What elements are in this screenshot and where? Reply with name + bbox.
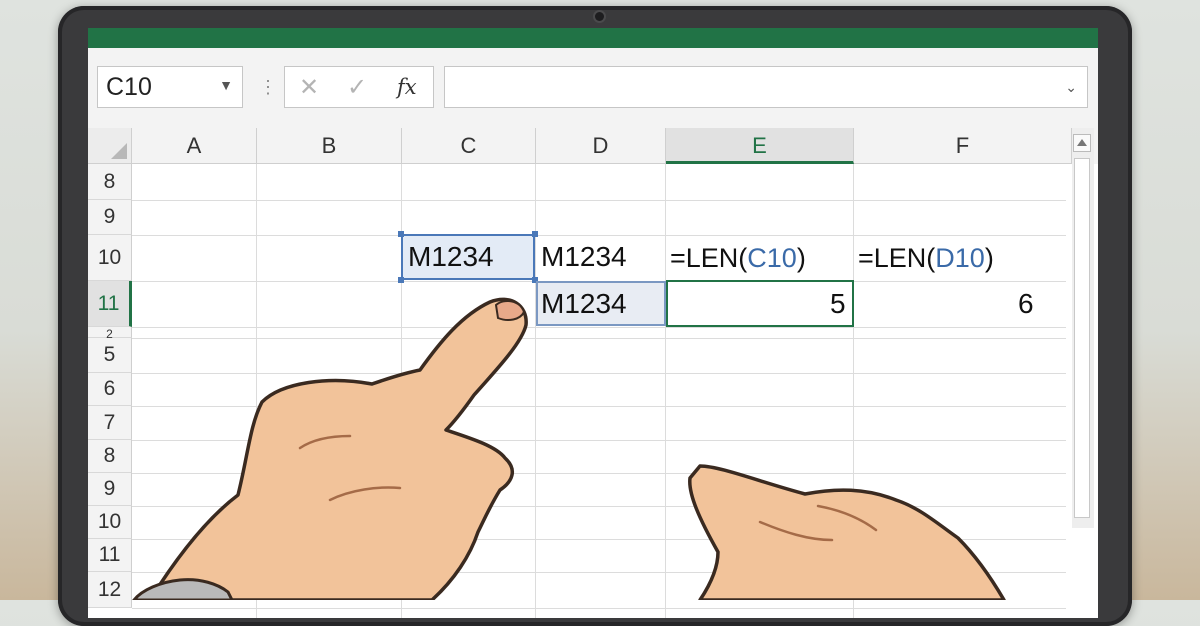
gridline	[132, 608, 1066, 609]
right-hand	[688, 464, 1006, 600]
hands-illustration	[132, 297, 1006, 600]
left-hand	[148, 297, 528, 600]
